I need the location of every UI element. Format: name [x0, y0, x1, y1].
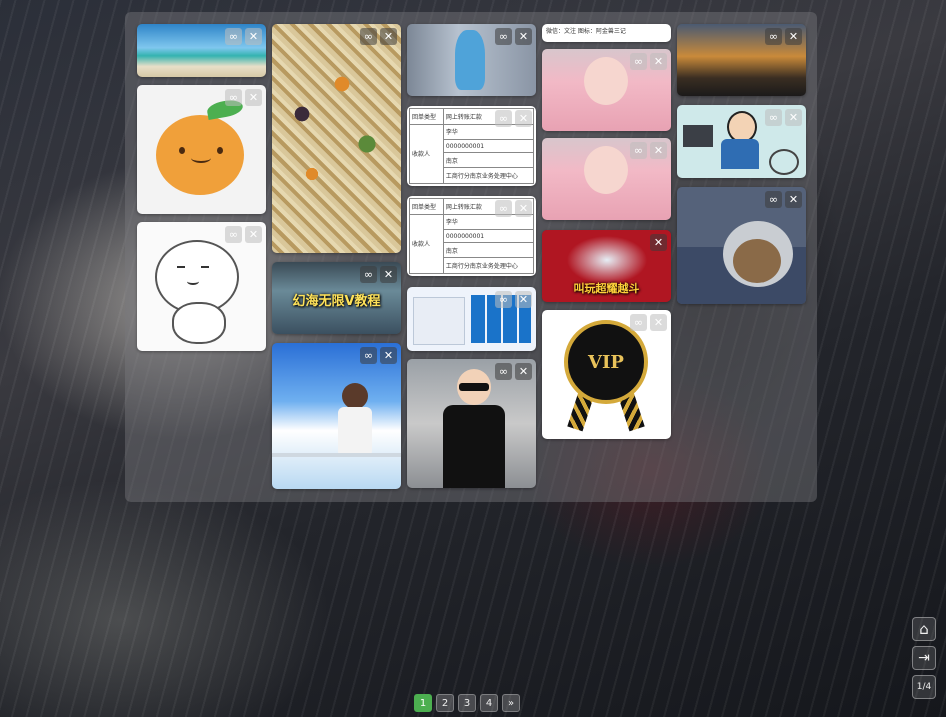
sunglasses	[459, 383, 489, 391]
link-icon[interactable]: ∞	[360, 266, 377, 283]
close-icon[interactable]: ✕	[515, 200, 532, 217]
character-body	[338, 407, 372, 457]
kid-body	[443, 405, 505, 488]
gallery-card-vip-badge[interactable]: VIP ∞ ✕	[542, 310, 671, 439]
link-icon[interactable]: ∞	[495, 200, 512, 217]
next-page-button[interactable]: »	[502, 694, 520, 712]
page-1-button[interactable]: 1	[414, 694, 432, 712]
gallery-card-anime-girl[interactable]: ∞ ✕	[272, 343, 401, 489]
game-caption: 叫玩超耀越斗	[573, 282, 640, 295]
gallery-card-blue-hair[interactable]: ∞ ✕	[407, 24, 536, 96]
gallery-card-food[interactable]: ∞ ✕	[272, 24, 401, 253]
link-icon[interactable]: ∞	[495, 291, 512, 308]
blue-hair-figure	[455, 30, 485, 90]
close-icon[interactable]: ✕	[785, 109, 802, 126]
pink-girl-face	[584, 146, 628, 194]
exit-icon: ⇥	[918, 650, 930, 666]
link-icon[interactable]: ∞	[630, 142, 647, 159]
close-icon[interactable]: ✕	[515, 363, 532, 380]
close-icon[interactable]: ✕	[245, 28, 262, 45]
page-3-button[interactable]: 3	[458, 694, 476, 712]
page-indicator-text: 1/4	[916, 682, 932, 692]
gallery-card-game-poster[interactable]: 叫玩超耀越斗 ✕	[542, 230, 671, 302]
gallery-card-landscape[interactable]: ∞ ✕	[677, 24, 806, 96]
gallery-card-kid-sunglasses[interactable]: ∞ ✕	[407, 359, 536, 488]
link-icon[interactable]: ∞	[225, 226, 242, 243]
close-icon[interactable]: ✕	[380, 28, 397, 45]
gallery-card-pink-girl-2[interactable]: ∞ ✕	[542, 138, 671, 220]
gallery-card-cartoon[interactable]: ∞ ✕	[137, 222, 266, 351]
gallery-card-sticker-label[interactable]: 微信：文注 图标：阿金兽三记	[542, 24, 671, 42]
close-icon[interactable]: ✕	[650, 142, 667, 159]
close-icon[interactable]: ✕	[380, 266, 397, 283]
close-icon[interactable]: ✕	[245, 226, 262, 243]
page-4-button[interactable]: 4	[480, 694, 498, 712]
close-icon[interactable]: ✕	[515, 110, 532, 127]
gallery-card-dashboard[interactable]: ∞ ✕	[407, 287, 536, 351]
page-indicator: 1/4	[912, 675, 936, 699]
character-head	[342, 383, 368, 409]
gallery-card-beach[interactable]: ∞ ✕	[137, 24, 266, 77]
gallery-card-pink-girl-1[interactable]: ∞ ✕	[542, 49, 671, 131]
page-2-button[interactable]: 2	[436, 694, 454, 712]
close-icon[interactable]: ✕	[380, 347, 397, 364]
link-icon[interactable]: ∞	[765, 28, 782, 45]
link-icon[interactable]: ∞	[495, 28, 512, 45]
link-icon[interactable]: ∞	[225, 89, 242, 106]
link-icon[interactable]: ∞	[765, 109, 782, 126]
close-icon[interactable]: ✕	[650, 234, 667, 251]
gallery-card-receipt-1[interactable]: 回单类型 网上转账汇款 收款人 李华 0000000001 南京 工商行分南京业务处…	[407, 106, 536, 186]
link-icon[interactable]: ∞	[495, 110, 512, 127]
link-icon[interactable]: ∞	[360, 347, 377, 364]
link-icon[interactable]: ∞	[765, 191, 782, 208]
close-icon[interactable]: ✕	[785, 191, 802, 208]
gallery-card-sleeping-cartoon[interactable]: ∞ ✕	[677, 187, 806, 304]
close-icon[interactable]: ✕	[515, 291, 532, 308]
home-button[interactable]: ⌂	[912, 617, 936, 641]
link-icon[interactable]: ∞	[360, 28, 377, 45]
home-icon: ⌂	[919, 620, 929, 638]
gallery-card-video-tutorial[interactable]: 幻海无限V教程 ∞ ✕	[272, 262, 401, 334]
sticker-text: 微信：文注 图标：阿金兽三记	[546, 28, 626, 35]
link-icon[interactable]: ∞	[630, 314, 647, 331]
link-icon[interactable]: ∞	[225, 28, 242, 45]
gallery-card-receipt-2[interactable]: 回单类型 网上转账汇款 收款人 李华 0000000001 南京 工商行分南京业务处…	[407, 196, 536, 276]
close-icon[interactable]: ✕	[245, 89, 262, 106]
close-icon[interactable]: ✕	[785, 28, 802, 45]
close-icon[interactable]: ✕	[650, 314, 667, 331]
exit-button[interactable]: ⇥	[912, 646, 936, 670]
pink-girl-face	[584, 57, 628, 105]
image-gallery-panel: ∞ ✕ ∞ ✕ ∞ ✕ ∞ ✕ 幻海无限V教程 ∞ ✕ ∞ ✕ ∞ ✕ 回单类型…	[125, 12, 817, 502]
gallery-card-office-cartoon[interactable]: ∞ ✕	[677, 105, 806, 178]
pagination: 1 2 3 4 »	[414, 694, 520, 712]
gallery-card-orange[interactable]: ∞ ✕	[137, 85, 266, 214]
link-icon[interactable]: ∞	[630, 53, 647, 70]
close-icon[interactable]: ✕	[650, 53, 667, 70]
close-icon[interactable]: ✕	[515, 28, 532, 45]
link-icon[interactable]: ∞	[495, 363, 512, 380]
video-caption: 幻海无限V教程	[292, 294, 381, 309]
